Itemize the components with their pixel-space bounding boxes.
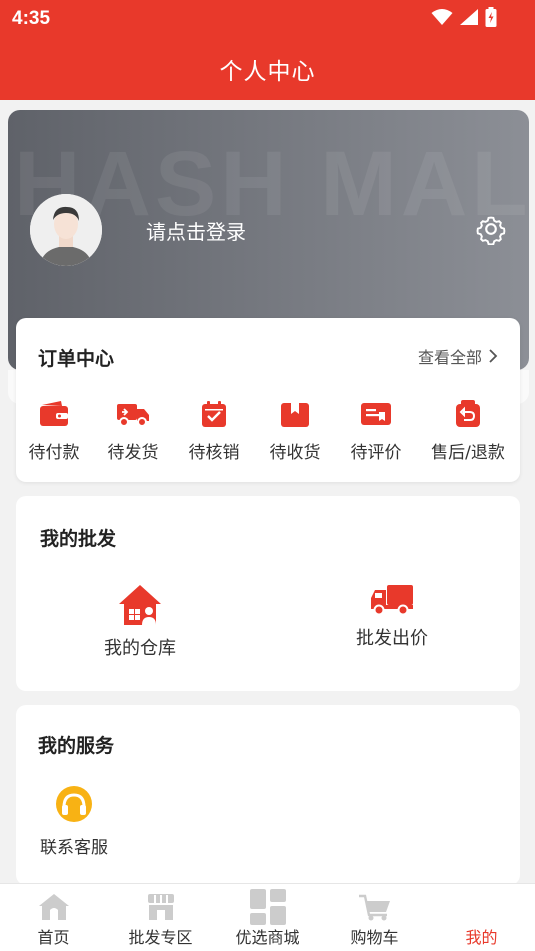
cart-icon [358, 894, 390, 921]
refund-bag-icon [456, 400, 480, 427]
calendar-check-icon [202, 401, 226, 427]
avatar-person-icon [30, 194, 102, 266]
tab-label: 首页 [37, 928, 70, 947]
wholesale-bid-button[interactable]: 批发出价 [356, 584, 428, 650]
headset-icon [56, 786, 92, 822]
status-bar: 4:35 [0, 0, 535, 38]
order-center-card: 订单中心 查看全部 待付款 待发货 待核销 待收货 待评价 售后/退款 [16, 318, 520, 482]
order-item-label: 待付款 [28, 443, 80, 463]
tab-mine[interactable]: 我的 [428, 884, 535, 951]
delivery-truck-icon [117, 404, 149, 427]
order-item-pending-verify[interactable]: 待核销 [174, 400, 254, 463]
truck-icon [371, 585, 413, 616]
user-icon [468, 893, 496, 921]
view-all-orders-link[interactable]: 查看全部 [418, 344, 498, 368]
package-box-icon [281, 403, 309, 427]
title-bar: 个人中心 [0, 38, 535, 100]
tab-home[interactable]: 首页 [0, 884, 107, 951]
order-item-pending-shipment[interactable]: 待发货 [92, 400, 174, 463]
store-icon [147, 894, 174, 920]
order-status-row: 待付款 待发货 待核销 待收货 待评价 售后/退款 [16, 400, 520, 463]
ws-item-label: 我的仓库 [104, 638, 176, 659]
login-prompt[interactable]: 请点击登录 [146, 216, 246, 245]
order-item-pending-receipt[interactable]: 待收货 [254, 400, 336, 463]
signal-icon [460, 9, 478, 25]
order-item-label: 待发货 [107, 443, 159, 463]
order-item-label: 售后/退款 [431, 443, 505, 463]
bottom-tab-bar: 首页 批发专区 优选商城 购物车 我的 [0, 883, 535, 951]
order-item-label: 待评价 [350, 443, 402, 463]
tab-label: 我的 [465, 928, 498, 947]
svc-item-label: 联系客服 [40, 838, 108, 858]
tab-wholesale[interactable]: 批发专区 [107, 884, 214, 951]
battery-icon [485, 7, 497, 27]
contact-support-button[interactable]: 联系客服 [40, 785, 108, 858]
avatar[interactable] [30, 194, 102, 266]
grid-icon [249, 889, 286, 925]
my-warehouse-button[interactable]: 我的仓库 [104, 584, 176, 660]
tab-label: 批发专区 [128, 928, 193, 947]
status-icons [431, 7, 497, 27]
order-item-pending-payment[interactable]: 待付款 [16, 400, 92, 463]
warehouse-icon [119, 585, 161, 625]
status-time: 4:35 [12, 8, 51, 29]
order-item-label: 待核销 [188, 443, 240, 463]
view-all-label: 查看全部 [417, 348, 482, 367]
review-card-icon [361, 403, 391, 425]
order-item-pending-review[interactable]: 待评价 [336, 400, 416, 463]
tab-featured-mall[interactable]: 优选商城 [214, 884, 321, 951]
wifi-icon [431, 9, 453, 25]
page-title: 个人中心 [219, 59, 316, 85]
tab-label: 优选商城 [235, 928, 300, 947]
order-item-after-sales[interactable]: 售后/退款 [416, 400, 520, 463]
wholesale-card: 我的批发 我的仓库 批发出价 [16, 496, 520, 691]
home-icon [38, 894, 69, 920]
services-title: 我的服务 [38, 735, 115, 757]
settings-button[interactable] [474, 212, 508, 246]
tab-label: 购物车 [350, 928, 399, 947]
gear-icon [476, 216, 506, 245]
chevron-right-icon [489, 349, 498, 363]
tab-cart[interactable]: 购物车 [321, 884, 428, 951]
order-item-label: 待收货 [269, 443, 321, 463]
wallet-icon [40, 401, 68, 426]
ws-item-label: 批发出价 [356, 628, 428, 649]
order-center-title: 订单中心 [38, 348, 115, 370]
wholesale-title: 我的批发 [40, 528, 117, 550]
services-card: 我的服务 联系客服 [16, 705, 520, 885]
